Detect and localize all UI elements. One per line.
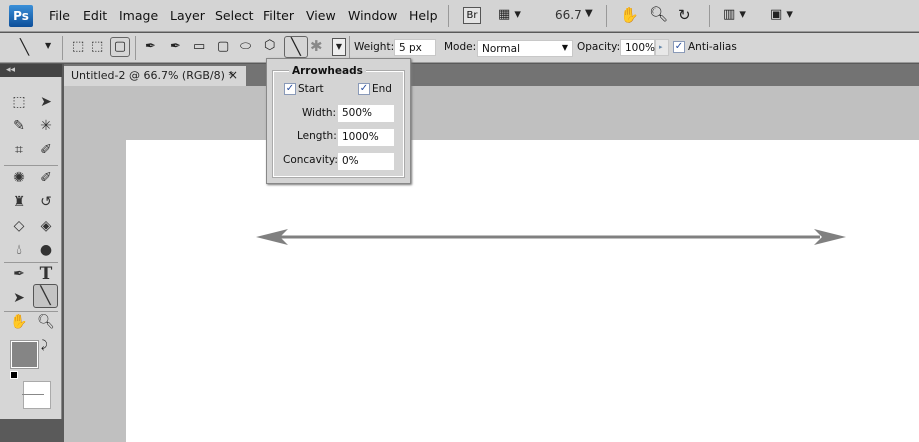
brush-tool[interactable]: ✐ <box>35 168 57 188</box>
length-label: Length: <box>297 130 337 142</box>
opacity-input[interactable]: 100% <box>620 39 655 56</box>
ellipse-icon[interactable]: ⬭ <box>240 39 251 54</box>
healing-brush-tool[interactable]: ✺ <box>8 168 30 188</box>
tools-panel: ⬚ ➤ ✎ ✳ ⌗ ✐ ✺ ✐ ♜ ↺ ◇ ◈ 💧︎ ● ✒ T ➤ ╲ ✋ 🔍… <box>0 64 62 442</box>
menu-filter[interactable]: Filter <box>263 8 294 23</box>
start-label: Start <box>298 83 324 95</box>
dodge-tool[interactable]: ● <box>35 240 57 260</box>
eraser-tool[interactable]: ◇ <box>8 216 30 236</box>
menu-select[interactable]: Select <box>215 8 254 23</box>
chevron-down-icon[interactable]: ▼ <box>45 41 51 50</box>
options-bar: ╲ ▼ ⬚ ⬚ ▢ ✒ ✒ ▭ ▢ ⬭ ⬡ ╲ ✱ ▼ Weight: 5 px… <box>0 33 919 63</box>
line-icon[interactable]: ╲ <box>284 36 308 58</box>
marquee-tool[interactable]: ⬚ <box>8 92 30 112</box>
freeform-pen-icon[interactable]: ✒ <box>170 39 181 54</box>
rectangle-icon[interactable]: ▭ <box>193 39 205 54</box>
collapse-panel-icon[interactable]: ◂◂ <box>0 64 62 77</box>
pen-tool[interactable]: ✒ <box>8 264 30 284</box>
end-label: End <box>372 83 392 95</box>
chevron-down-icon[interactable]: ▼ <box>585 8 593 19</box>
fill-pixels-icon[interactable]: ▢ <box>110 37 130 57</box>
path-selection-tool[interactable]: ➤ <box>8 288 30 308</box>
line-tool[interactable]: ╲ <box>33 284 58 308</box>
concavity-label: Concavity: <box>283 154 338 166</box>
start-checkbox[interactable]: ✓ <box>284 83 296 95</box>
zoom-icon[interactable]: 🔍︎ <box>649 5 668 23</box>
line-shape <box>280 235 820 239</box>
foreground-color-swatch[interactable] <box>10 340 39 369</box>
hand-icon[interactable]: ✋ <box>620 6 639 24</box>
length-input[interactable]: 1000% <box>338 129 394 146</box>
quick-mask-button[interactable] <box>22 394 44 395</box>
eyedropper-tool[interactable]: ✐ <box>35 140 57 160</box>
menu-edit[interactable]: Edit <box>83 8 107 23</box>
document-canvas[interactable] <box>126 140 919 442</box>
menu-image[interactable]: Image <box>119 8 158 23</box>
screen-mode-icon[interactable]: ▣ ▾ <box>770 7 793 22</box>
zoom-level[interactable]: 66.7 <box>555 8 582 22</box>
zoom-tool[interactable]: 🔍︎ <box>35 312 57 332</box>
swap-colors-icon[interactable]: ⤸ <box>41 338 48 352</box>
menu-layer[interactable]: Layer <box>170 8 205 23</box>
antialias-checkbox[interactable]: ✓ <box>673 41 685 53</box>
menu-file[interactable]: File <box>49 8 70 23</box>
lasso-tool[interactable]: ✎ <box>8 116 30 136</box>
geometry-options-dropdown[interactable]: ▼ <box>332 38 346 56</box>
line-tool-preset-icon[interactable]: ╲ <box>20 38 29 56</box>
close-icon[interactable]: × <box>228 68 238 82</box>
blur-tool[interactable]: 💧︎ <box>8 240 30 260</box>
menu-view[interactable]: View <box>306 8 336 23</box>
chevron-down-icon: ▼ <box>561 43 568 52</box>
menu-window[interactable]: Window <box>348 8 397 23</box>
menu-bar: Ps File Edit Image Layer Select Filter V… <box>0 0 919 32</box>
view-extras-icon[interactable]: ▦ ▾ <box>498 7 521 22</box>
end-checkbox[interactable]: ✓ <box>358 83 370 95</box>
document-tab-title: Untitled-2 @ 66.7% (RGB/8) * <box>71 69 234 82</box>
photoshop-logo: Ps <box>9 5 33 27</box>
paths-icon[interactable]: ⬚ <box>91 39 103 54</box>
rotate-view-icon[interactable]: ↻ <box>678 6 691 24</box>
rounded-rectangle-icon[interactable]: ▢ <box>217 39 229 54</box>
arrowheads-title: Arrowheads <box>289 65 366 77</box>
antialias-label: Anti-alias <box>688 41 737 53</box>
weight-input[interactable]: 5 px <box>394 39 436 56</box>
default-colors-icon[interactable] <box>10 371 18 379</box>
mode-value: Normal <box>482 43 520 55</box>
background-color-swatch[interactable] <box>23 381 51 409</box>
custom-shape-icon[interactable]: ✱ <box>310 37 323 55</box>
type-tool[interactable]: T <box>35 264 57 284</box>
history-brush-tool[interactable]: ↺ <box>35 192 57 212</box>
menu-help[interactable]: Help <box>409 8 438 23</box>
shape-layers-icon[interactable]: ⬚ <box>72 39 84 54</box>
opacity-slider-button[interactable]: ▸ <box>655 39 669 56</box>
magic-wand-tool[interactable]: ✳ <box>35 116 57 136</box>
concavity-input[interactable]: 0% <box>338 153 394 170</box>
arrowheads-popup: Arrowheads ✓ Start ✓ End Width: 500% Len… <box>266 58 411 184</box>
mode-select[interactable]: Normal ▼ <box>477 40 573 57</box>
width-label: Width: <box>302 107 337 119</box>
move-tool[interactable]: ➤ <box>35 92 57 112</box>
arrange-documents-icon[interactable]: ▥ ▾ <box>723 7 746 22</box>
mode-label: Mode: <box>444 41 477 53</box>
document-tab[interactable]: Untitled-2 @ 66.7% (RGB/8) * × <box>64 66 246 86</box>
paint-bucket-tool[interactable]: ◈ <box>35 216 57 236</box>
weight-label: Weight: <box>354 41 395 53</box>
double-arrow-line <box>256 229 846 245</box>
opacity-label: Opacity: <box>577 41 621 53</box>
width-input[interactable]: 500% <box>338 105 394 122</box>
bridge-button[interactable]: Br <box>463 7 481 24</box>
clone-stamp-tool[interactable]: ♜ <box>8 192 30 212</box>
crop-tool[interactable]: ⌗ <box>8 140 30 160</box>
hand-tool[interactable]: ✋ <box>8 312 30 332</box>
pen-icon[interactable]: ✒ <box>145 39 156 54</box>
polygon-icon[interactable]: ⬡ <box>264 38 275 53</box>
